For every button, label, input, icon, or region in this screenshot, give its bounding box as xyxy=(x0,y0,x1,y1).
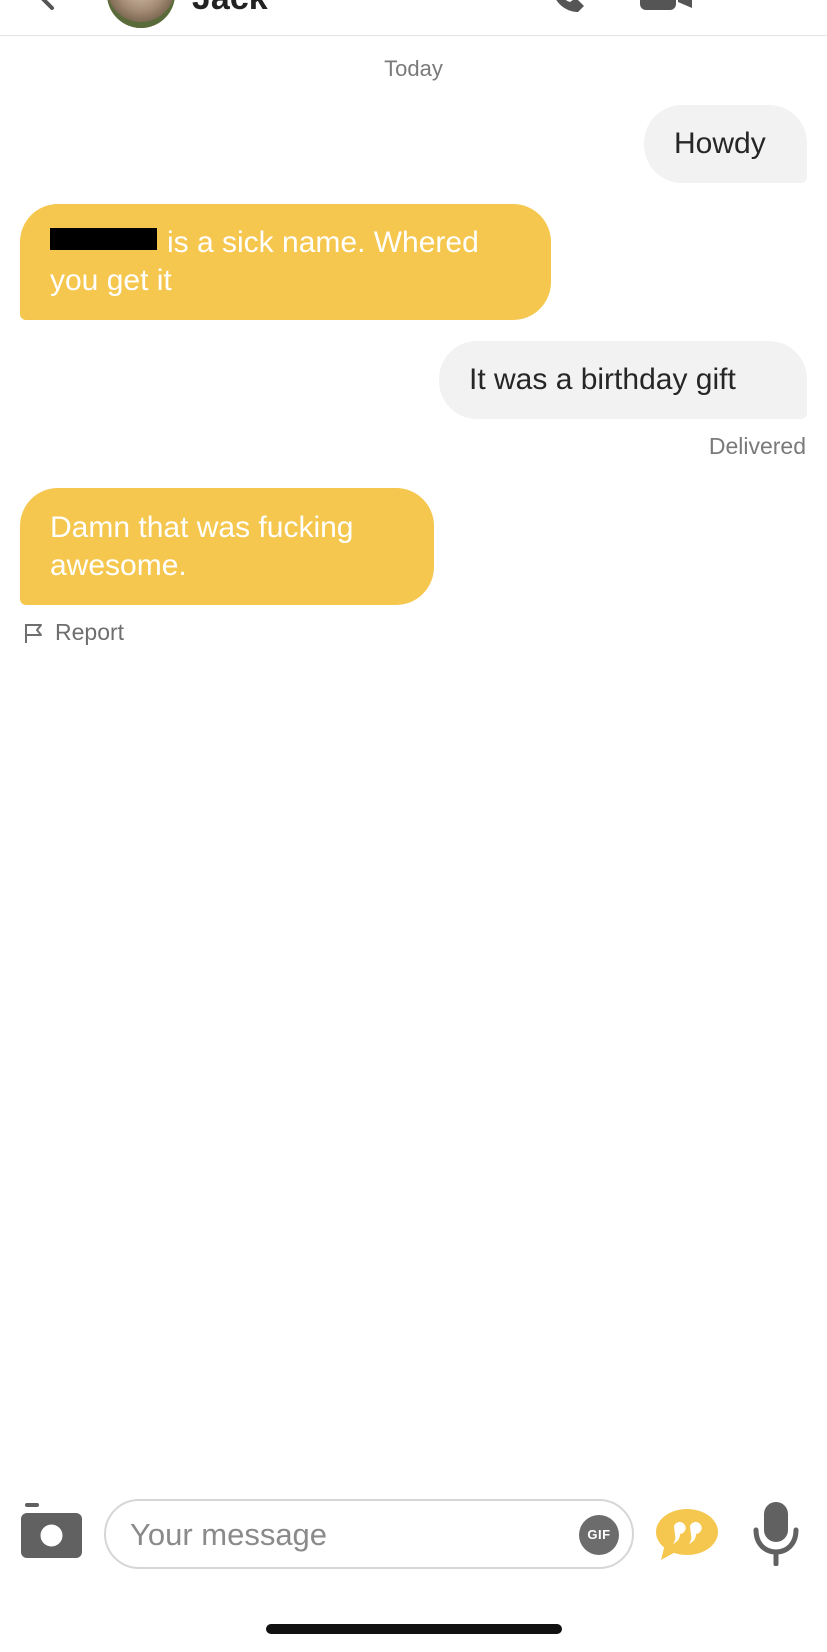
chat-header: Jack xyxy=(0,0,827,36)
camera-icon[interactable] xyxy=(21,1503,82,1558)
outgoing-message[interactable]: It was a birthday gift xyxy=(439,341,807,419)
message-input-container: GIF xyxy=(104,1499,634,1569)
redaction-box xyxy=(50,228,157,250)
video-camera-icon[interactable] xyxy=(640,0,694,12)
outgoing-message[interactable]: Howdy xyxy=(644,105,807,183)
more-vertical-icon[interactable] xyxy=(757,0,771,16)
message-input[interactable] xyxy=(128,1511,552,1559)
incoming-message[interactable]: is a sick name. Whered you get it xyxy=(20,204,551,320)
report-button[interactable]: Report xyxy=(23,619,124,646)
microphone-icon[interactable] xyxy=(752,1502,800,1566)
flag-icon xyxy=(25,623,42,643)
delivery-status: Delivered xyxy=(708,433,806,459)
message-text: It was a birthday gift xyxy=(469,363,736,396)
phone-icon[interactable] xyxy=(548,0,588,14)
chevron-left-icon[interactable] xyxy=(32,0,60,10)
quote-bubble-icon[interactable] xyxy=(655,1508,719,1560)
day-separator: Today xyxy=(384,56,443,81)
avatar[interactable] xyxy=(107,0,175,28)
report-label: Report xyxy=(55,619,125,645)
home-indicator xyxy=(266,1624,562,1634)
message-text: Damn that was fucking awesome. xyxy=(50,511,354,582)
message-text: Howdy xyxy=(674,127,766,160)
contact-name[interactable]: Jack xyxy=(192,0,268,18)
gif-button[interactable]: GIF xyxy=(579,1515,619,1555)
incoming-message[interactable]: Damn that was fucking awesome. xyxy=(20,488,434,605)
